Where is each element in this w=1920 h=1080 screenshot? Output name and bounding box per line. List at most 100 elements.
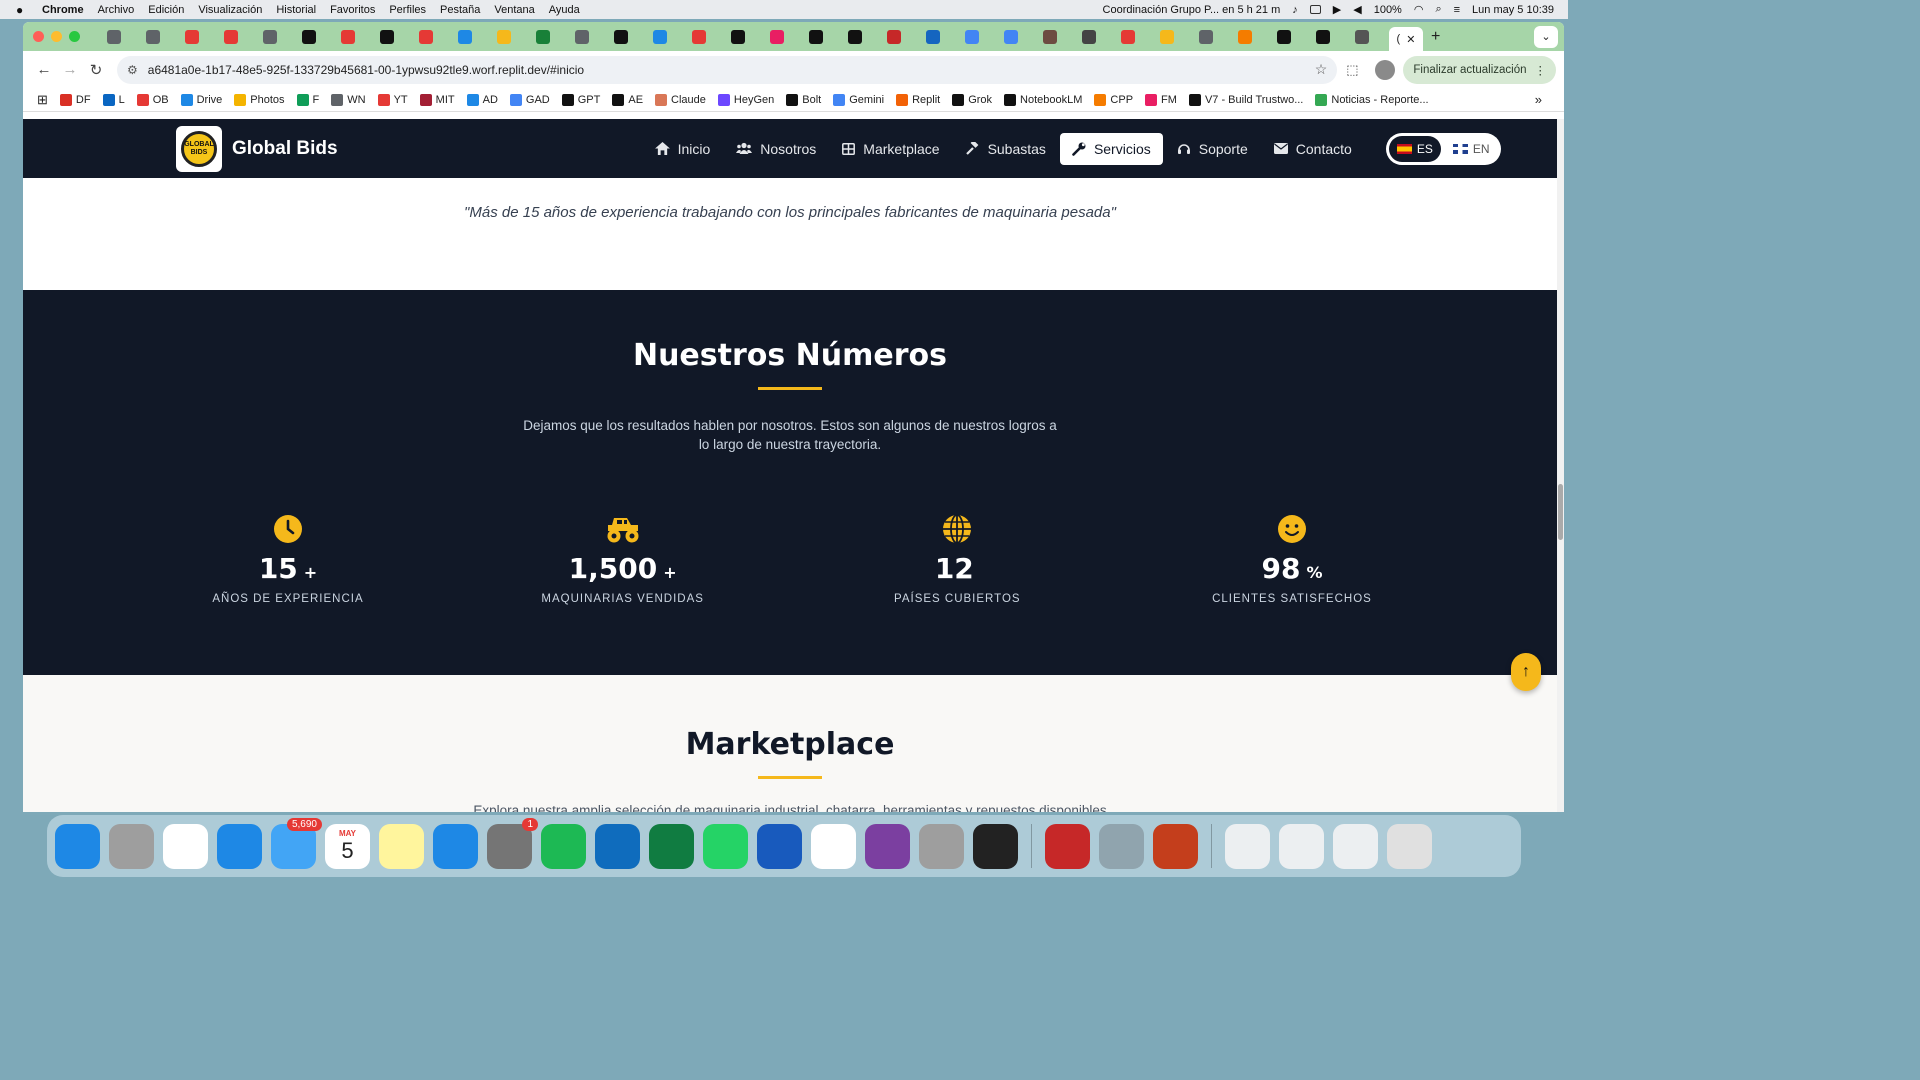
audio-icon[interactable]: ♪ [1292,4,1298,16]
bookmark-item[interactable]: Bolt [786,93,821,106]
battery-percent[interactable]: 100% [1374,4,1402,16]
update-button[interactable]: Finalizar actualización ⋮ [1403,55,1556,84]
dock-app-icon[interactable]: 5,690 [271,817,322,869]
browser-tab[interactable] [965,27,997,47]
bookmark-item[interactable]: V7 - Build Trustwo... [1188,93,1303,106]
lang-es-button[interactable]: ES [1388,135,1441,162]
browser-tab[interactable] [1121,27,1153,47]
bookmark-item[interactable]: FM [1145,93,1177,106]
minimize-window-icon[interactable] [51,31,62,42]
bookmark-item[interactable]: NotebookLM [1004,93,1082,106]
nav-inicio[interactable]: Inicio [643,133,723,165]
screen-mirror-icon[interactable] [1309,5,1321,14]
scrollbar-thumb[interactable] [1558,484,1563,540]
nav-nosotros[interactable]: Nosotros [724,133,828,165]
bookmark-item[interactable]: Grok [952,93,992,106]
dock-app-icon[interactable] [541,823,586,869]
bookmark-item[interactable]: GAD [509,93,550,106]
page-scrollbar[interactable] [1557,119,1564,812]
menu-visualizacion[interactable]: Visualización [198,4,262,16]
browser-tab[interactable] [926,27,958,47]
dock-app-icon[interactable] [595,823,640,869]
browser-tab[interactable] [497,27,529,47]
browser-tab[interactable] [380,27,412,47]
bookmark-item[interactable]: AD [466,93,498,106]
bookmark-item[interactable]: YT [377,93,408,106]
browser-tab[interactable] [1355,27,1387,47]
bookmark-item[interactable]: GPT [561,93,600,106]
dock-app-icon[interactable] [757,823,802,869]
browser-tab[interactable] [224,27,256,47]
bookmark-item[interactable]: CPP [1094,93,1133,106]
nav-marketplace[interactable]: Marketplace [830,133,951,165]
dock-app-icon[interactable] [1153,823,1198,869]
browser-tab[interactable] [536,27,568,47]
browser-tab[interactable] [731,27,763,47]
browser-tab[interactable] [1043,27,1075,47]
url-text[interactable]: a6481a0e-1b17-48e5-925f-133729b45681-00-… [148,63,584,77]
browser-tab[interactable] [575,27,607,47]
dock-app-icon[interactable] [1225,823,1270,869]
bookmark-item[interactable]: Drive [180,93,222,106]
bookmark-item[interactable]: Photos [234,93,285,106]
dock-app-icon[interactable] [1279,823,1324,869]
dock-app-icon[interactable] [865,823,910,869]
bookmark-item[interactable]: AE [612,93,643,106]
browser-tab[interactable] [1277,27,1309,47]
browser-tab[interactable] [692,27,724,47]
dock-app-icon[interactable] [1387,823,1432,869]
browser-tab[interactable] [848,27,880,47]
dock-app-icon[interactable] [649,823,694,869]
more-menu-icon[interactable]: ⋮ [1535,63,1547,77]
menu-ventana[interactable]: Ventana [494,4,534,16]
menu-favoritos[interactable]: Favoritos [330,4,375,16]
dock-app-icon[interactable] [217,823,262,869]
dock-app-icon[interactable] [1045,823,1090,869]
dock-app-icon[interactable] [1333,823,1378,869]
browser-tab[interactable] [419,27,451,47]
dock-app-icon[interactable] [163,823,208,869]
browser-tab[interactable] [1082,27,1114,47]
volume-icon[interactable]: ◀ [1353,3,1361,16]
browser-tab[interactable] [809,27,841,47]
dock-app-icon[interactable] [973,823,1018,869]
spotlight-icon[interactable]: ⌕ [1435,3,1441,16]
dock-app-icon[interactable] [703,823,748,869]
new-tab-icon[interactable]: + [1431,28,1440,46]
nav-soporte[interactable]: Soporte [1165,133,1260,165]
browser-tab[interactable] [770,27,802,47]
menu-app-name[interactable]: Chrome [42,4,84,16]
bookmark-item[interactable]: F [296,93,319,106]
browser-tab[interactable] [185,27,217,47]
menu-edicion[interactable]: Edición [148,4,184,16]
browser-tab[interactable] [341,27,373,47]
close-window-icon[interactable] [33,31,44,42]
bookmark-item[interactable]: MIT [419,93,455,106]
browser-tab[interactable] [1199,27,1231,47]
dock-app-icon[interactable] [55,823,100,869]
menu-historial[interactable]: Historial [276,4,316,16]
close-tab-icon[interactable]: ✕ [1406,33,1415,46]
forward-icon[interactable]: → [57,61,83,78]
tab-search-icon[interactable]: ⌄ [1534,25,1558,48]
dock-app-icon[interactable]: MAY 5 [325,823,370,869]
lang-en-button[interactable]: EN [1445,136,1498,162]
site-logo[interactable]: GLOBAL BIDS [176,125,222,172]
bookmark-item[interactable]: Claude [655,93,706,106]
address-bar[interactable]: ⚙ a6481a0e-1b17-48e5-925f-133729b45681-0… [117,55,1338,84]
menu-pestana[interactable]: Pestaña [440,4,480,16]
browser-tab[interactable] [653,27,685,47]
bookmark-item[interactable]: Replit [896,93,940,106]
dock-app-icon[interactable] [811,823,856,869]
dock-app-icon[interactable] [919,823,964,869]
back-icon[interactable]: ← [31,61,57,78]
nav-subastas[interactable]: Subastas [954,133,1058,165]
back-to-top-button[interactable]: ↑ [1511,653,1541,691]
browser-tab[interactable] [107,27,139,47]
play-icon[interactable]: ▶ [1333,3,1341,16]
bookmark-item[interactable]: Noticias - Reporte... [1315,93,1429,106]
dock-app-icon[interactable] [109,823,154,869]
dock-app-icon[interactable] [379,823,424,869]
browser-tab[interactable] [1160,27,1192,47]
dock-app-icon[interactable] [433,823,478,869]
